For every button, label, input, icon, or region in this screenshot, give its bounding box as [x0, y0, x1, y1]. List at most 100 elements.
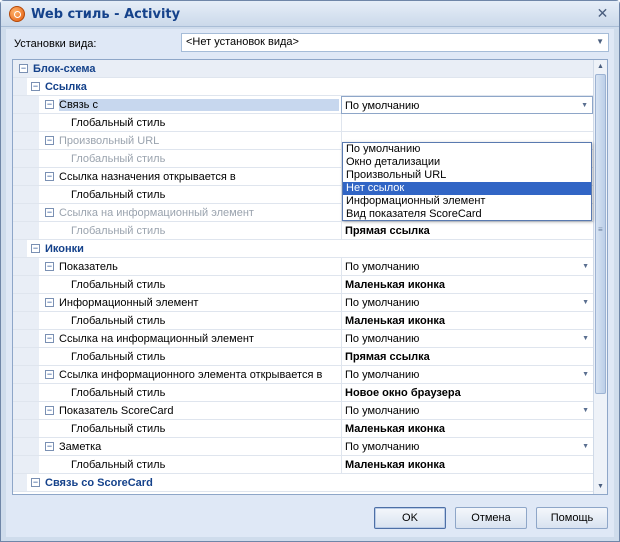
property-value[interactable]: [341, 114, 593, 132]
property-row[interactable]: − Показатель ScoreCard По умолчанию ▼: [13, 402, 593, 420]
row-gutter: [13, 150, 39, 167]
property-value[interactable]: Прямая ссылка: [341, 222, 593, 240]
property-value[interactable]: По умолчанию ▼: [341, 294, 593, 312]
dialog-window: Web стиль - Activity ✕ Установки вида: <…: [0, 0, 620, 542]
property-name: Ссылка на информационный элемент: [59, 333, 254, 345]
row-gutter: [13, 96, 39, 113]
dropdown-option[interactable]: По умолчанию: [343, 143, 591, 156]
row-gutter: [13, 222, 39, 239]
property-subrow[interactable]: Глобальный стиль Маленькая иконка: [13, 420, 593, 438]
window-title: Web стиль - Activity: [31, 7, 181, 22]
property-name: Информационный элемент: [59, 297, 199, 309]
chevron-down-icon[interactable]: ▼: [596, 37, 604, 46]
row-gutter: [13, 294, 39, 311]
chevron-down-icon[interactable]: ▼: [582, 335, 589, 342]
property-value[interactable]: Маленькая иконка: [341, 276, 593, 294]
category-row[interactable]: − Иконки: [13, 240, 593, 258]
property-name: Глобальный стиль: [71, 459, 166, 471]
property-value[interactable]: По умолчанию ▼: [341, 402, 593, 420]
scroll-up-icon[interactable]: ▲: [594, 60, 607, 74]
collapse-toggle-icon[interactable]: −: [45, 370, 54, 379]
cancel-button[interactable]: Отмена: [455, 507, 527, 529]
property-value[interactable]: Маленькая иконка: [341, 420, 593, 438]
property-subrow[interactable]: Глобальный стиль Прямая ссылка: [13, 222, 593, 240]
chevron-down-icon[interactable]: ▼: [582, 443, 589, 450]
collapse-toggle-icon[interactable]: −: [19, 64, 28, 73]
chevron-down-icon[interactable]: ▼: [582, 263, 589, 270]
property-name: Глобальный стиль: [71, 351, 166, 363]
scroll-thumb[interactable]: ≡: [595, 74, 606, 394]
view-settings-label: Установки вида:: [14, 38, 97, 50]
collapse-toggle-icon[interactable]: −: [31, 478, 40, 487]
property-value-text: Прямая ссылка: [345, 225, 430, 237]
app-logo-icon: [9, 6, 25, 22]
dropdown-option[interactable]: Произвольный URL: [343, 169, 591, 182]
collapse-toggle-icon[interactable]: −: [45, 136, 54, 145]
chevron-down-icon[interactable]: ▼: [581, 102, 588, 109]
property-value[interactable]: По умолчанию ▼: [341, 330, 593, 348]
collapse-toggle-icon[interactable]: −: [31, 244, 40, 253]
property-value-text: Маленькая иконка: [345, 459, 445, 471]
collapse-toggle-icon[interactable]: −: [45, 334, 54, 343]
dropdown-option[interactable]: Окно детализации: [343, 156, 591, 169]
property-value[interactable]: По умолчанию ▼: [341, 366, 593, 384]
property-value[interactable]: По умолчанию ▼: [341, 96, 593, 114]
property-row[interactable]: − Показатель По умолчанию ▼: [13, 258, 593, 276]
property-subrow[interactable]: Глобальный стиль Маленькая иконка: [13, 456, 593, 474]
row-gutter: [13, 330, 39, 347]
property-row[interactable]: − Информационный элемент По умолчанию ▼: [13, 294, 593, 312]
scroll-down-icon[interactable]: ▼: [594, 480, 607, 494]
category-row[interactable]: − Ссылка: [13, 78, 593, 96]
collapse-toggle-icon[interactable]: −: [45, 262, 54, 271]
collapse-toggle-icon[interactable]: −: [45, 172, 54, 181]
property-value[interactable]: По умолчанию ▼: [341, 438, 593, 456]
collapse-toggle-icon[interactable]: −: [45, 298, 54, 307]
property-value-text: Маленькая иконка: [345, 279, 445, 291]
chevron-down-icon[interactable]: ▼: [582, 371, 589, 378]
row-gutter: [13, 402, 39, 419]
link-dropdown-list[interactable]: По умолчанию Окно детализации Произвольный…: [342, 142, 592, 221]
property-value[interactable]: Маленькая иконка: [341, 456, 593, 474]
property-name: Глобальный стиль: [71, 279, 166, 291]
category-row[interactable]: − Блок-схема: [13, 60, 593, 78]
property-value[interactable]: Маленькая иконка: [341, 312, 593, 330]
collapse-toggle-icon[interactable]: −: [45, 442, 54, 451]
collapse-toggle-icon[interactable]: −: [45, 406, 54, 415]
row-gutter: [13, 366, 39, 383]
property-row[interactable]: − Связь с По умолчанию ▼: [13, 96, 593, 114]
property-value[interactable]: Новое окно браузера: [341, 384, 593, 402]
help-button[interactable]: Помощь: [536, 507, 608, 529]
property-name: Ссылка информационного элемента открывае…: [59, 369, 323, 381]
property-value[interactable]: Прямая ссылка: [341, 348, 593, 366]
chevron-down-icon[interactable]: ▼: [582, 407, 589, 414]
row-gutter: [13, 420, 39, 437]
property-subrow[interactable]: Глобальный стиль Маленькая иконка: [13, 276, 593, 294]
category-label: Ссылка: [45, 81, 87, 93]
collapse-toggle-icon[interactable]: −: [45, 208, 54, 217]
property-value[interactable]: По умолчанию ▼: [341, 258, 593, 276]
property-subrow[interactable]: Глобальный стиль: [13, 114, 593, 132]
dropdown-option[interactable]: Вид показателя ScoreCard: [343, 208, 591, 221]
collapse-toggle-icon[interactable]: −: [31, 82, 40, 91]
dropdown-option[interactable]: Нет ссылок: [343, 182, 591, 195]
chevron-down-icon[interactable]: ▼: [582, 299, 589, 306]
property-subrow[interactable]: Глобальный стиль Маленькая иконка: [13, 312, 593, 330]
view-settings-combo[interactable]: <Нет установок вида> ▼: [181, 33, 609, 52]
row-gutter: [13, 186, 39, 203]
ok-button[interactable]: OK: [374, 507, 446, 529]
property-row[interactable]: − Ссылка информационного элемента открыва…: [13, 366, 593, 384]
property-subrow[interactable]: Глобальный стиль Новое окно браузера: [13, 384, 593, 402]
row-gutter: [13, 168, 39, 185]
category-row[interactable]: − Связь со ScoreCard: [13, 474, 593, 492]
property-subrow[interactable]: Глобальный стиль Прямая ссылка: [13, 348, 593, 366]
collapse-toggle-icon[interactable]: −: [45, 100, 54, 109]
dropdown-option[interactable]: Информационный элемент: [343, 195, 591, 208]
property-row[interactable]: − Заметка По умолчанию ▼: [13, 438, 593, 456]
property-name: Показатель ScoreCard: [59, 405, 174, 417]
property-name: Связь с: [59, 99, 339, 111]
property-row[interactable]: −Ссылка на информационный элемент По умол…: [13, 330, 593, 348]
vertical-scrollbar[interactable]: ▲ ≡ ▼: [593, 60, 607, 494]
close-icon[interactable]: ✕: [594, 5, 611, 22]
row-gutter: [13, 258, 39, 275]
title-bar[interactable]: Web стиль - Activity ✕: [1, 1, 619, 27]
